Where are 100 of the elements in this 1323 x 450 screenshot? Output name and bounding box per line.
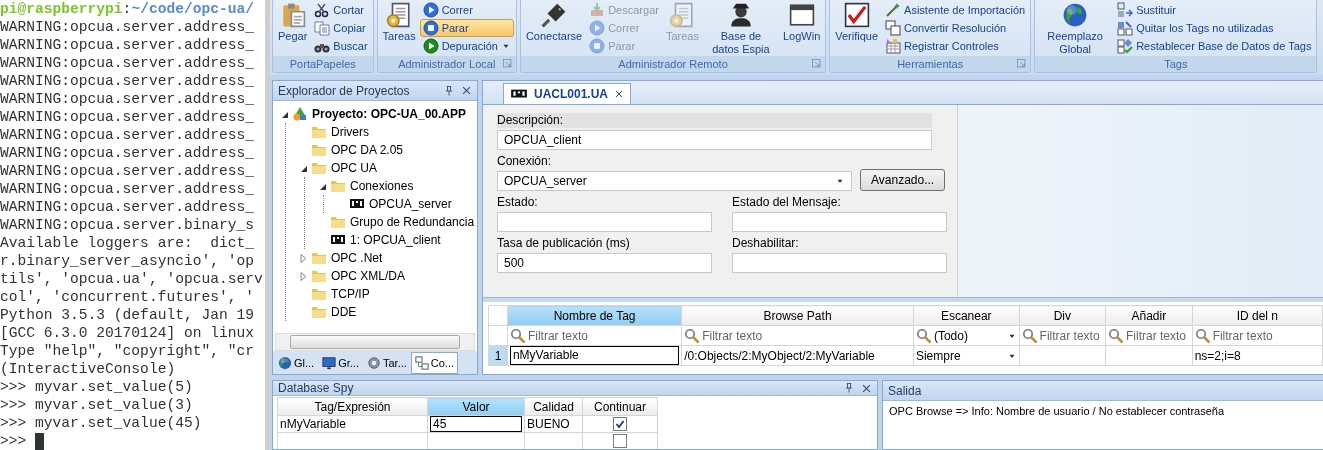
ribbon-button[interactable]: Registrar Controles xyxy=(882,37,1029,55)
tree-item[interactable]: OPCUA_server xyxy=(367,197,454,211)
tree-item[interactable]: OPC DA 2.05 xyxy=(329,143,406,157)
column-header[interactable]: Browse Path xyxy=(681,305,914,326)
tree-item[interactable]: OPC XML/DA xyxy=(329,269,407,283)
filter-input[interactable]: Filtrar texto xyxy=(1126,328,1190,343)
text-field[interactable] xyxy=(732,212,947,232)
tree-item[interactable]: OPC .Net xyxy=(329,251,385,265)
pin-icon[interactable] xyxy=(443,84,455,97)
cell-editor[interactable]: 45 xyxy=(430,416,522,432)
tree-item[interactable]: Conexiones xyxy=(348,179,416,193)
table-cell: nMyVariable xyxy=(277,415,428,433)
ribbon-button[interactable]: Parar xyxy=(419,19,514,37)
cell-editor[interactable]: nMyVariable xyxy=(509,346,680,365)
terminal-line: WARNING:opcua.server.address_ xyxy=(0,108,254,126)
filter-field[interactable]: Filtrar texto xyxy=(507,325,682,346)
ribbon-button[interactable]: Quitar los Tags no utilizadas xyxy=(1114,19,1315,37)
tree-item[interactable]: 1: OPCUA_client xyxy=(348,233,443,247)
document-tab[interactable]: UACL001.UA xyxy=(503,83,631,104)
filter-field[interactable]: Filtrar texto xyxy=(681,325,914,346)
pin-icon[interactable] xyxy=(843,382,855,394)
column-header[interactable]: ID del n xyxy=(1192,305,1323,326)
filter-input[interactable]: Filtrar texto xyxy=(527,328,680,343)
folder-icon xyxy=(330,214,346,230)
close-icon[interactable] xyxy=(861,382,872,394)
ribbon-button[interactable]: Asistente de Importación xyxy=(882,1,1029,19)
stop-icon xyxy=(422,20,439,36)
tree-item[interactable]: DDE xyxy=(329,305,359,319)
ribbon-button[interactable]: LogWin xyxy=(779,0,824,56)
close-icon[interactable] xyxy=(461,85,472,96)
monitor-icon xyxy=(322,356,337,370)
panel-tab[interactable]: Gl... xyxy=(274,352,319,374)
panel-tab[interactable]: Gr... xyxy=(318,352,363,374)
column-header[interactable]: Valor xyxy=(427,397,525,416)
column-header[interactable]: Div xyxy=(1019,305,1106,326)
filter-field[interactable]: Filtrar texto xyxy=(1019,325,1106,346)
tree-item[interactable]: Proyecto: OPC-UA_00.APP xyxy=(310,107,469,121)
filter-field[interactable]: Filtrar texto xyxy=(1105,325,1193,346)
ribbon-button[interactable]: Restablecer Base de Datos de Tags xyxy=(1114,37,1315,55)
column-header[interactable]: Añadir xyxy=(1105,305,1193,326)
group-label: Herramientas xyxy=(897,58,964,70)
terminal-line: WARNING:opcua.server.address_ xyxy=(0,54,254,72)
panel-title: Salida xyxy=(888,383,923,398)
text-field[interactable] xyxy=(497,212,712,232)
panel-tab[interactable]: Co... xyxy=(410,352,459,374)
terminal-line: WARNING:opcua.server.address_ xyxy=(0,126,254,144)
advanced-button[interactable]: Avanzado... xyxy=(860,169,946,191)
filter-input[interactable]: Filtrar texto xyxy=(1212,328,1320,343)
terminal-line: tils', 'opcua.ua', 'opcua.serv xyxy=(0,270,263,288)
checkbox[interactable] xyxy=(613,417,627,432)
expand-toggle[interactable] xyxy=(298,252,309,264)
search-icon xyxy=(1108,327,1125,344)
checkbox-icon xyxy=(843,2,870,28)
ribbon-button[interactable]: Base de datos Espia xyxy=(702,0,779,56)
terminal-line: [GCC 6.3.0 20170124] on linux xyxy=(0,324,254,342)
filter-input[interactable]: Filtrar texto xyxy=(1039,328,1104,343)
panel-tab[interactable]: Tar... xyxy=(362,352,411,374)
column-header[interactable]: Escanear xyxy=(913,305,1020,326)
ribbon-button[interactable]: Sustituir xyxy=(1114,1,1315,19)
search-icon xyxy=(684,327,701,344)
document-gear-icon xyxy=(669,2,696,28)
tree-item[interactable]: TCP/IP xyxy=(329,287,372,301)
terminal-line: >>> myvar.set_value(3) xyxy=(0,396,193,414)
ribbon-button[interactable]: Correr xyxy=(419,1,514,19)
tree-item[interactable]: Drivers xyxy=(329,125,371,139)
ribbon-button[interactable]: Buscar xyxy=(311,37,371,55)
checkbox[interactable] xyxy=(613,434,627,449)
ribbon-button[interactable]: Depuración xyxy=(419,37,514,55)
text-field[interactable]: 500 xyxy=(497,253,712,273)
terminal-line: WARNING:opcua.server.address_ xyxy=(0,36,254,54)
tree-item[interactable]: Grupo de Redundancia xyxy=(348,215,477,229)
column-header[interactable]: Calidad xyxy=(524,397,583,416)
input-prompt: >>> xyxy=(0,432,27,450)
ribbon-button[interactable]: Tareas xyxy=(379,0,419,56)
terminal-line: >>> myvar.set_value(45) xyxy=(0,414,202,432)
ribbon-button[interactable]: Copiar xyxy=(311,19,371,37)
terminal-line: WARNING:opcua.server.address_ xyxy=(0,198,254,216)
column-header[interactable]: Continuar xyxy=(582,397,658,416)
close-icon[interactable] xyxy=(614,89,624,99)
ribbon-button[interactable]: Conectarse xyxy=(522,0,586,56)
globe-icon xyxy=(278,356,292,370)
ribbon-button[interactable]: Pegar xyxy=(275,0,311,56)
text-field[interactable]: OPCUA_client xyxy=(497,130,932,150)
field-label: Estado: xyxy=(497,195,539,210)
filter-field[interactable]: Filtrar texto xyxy=(1192,325,1323,346)
expand-toggle[interactable] xyxy=(298,270,309,282)
terminal-line: >>> myvar.set_value(5) xyxy=(0,378,193,396)
filter-input[interactable]: Filtrar texto xyxy=(702,328,911,343)
prompt-separator: : xyxy=(122,0,132,18)
column-header[interactable]: Nombre de Tag xyxy=(507,305,682,326)
tree-item[interactable]: OPC UA xyxy=(329,161,379,175)
replace-icon xyxy=(1117,2,1134,18)
column-header[interactable]: Tag/Expresión xyxy=(277,397,428,416)
ribbon-button[interactable]: Reemplazo Global xyxy=(1037,0,1114,56)
ribbon-button[interactable]: Cortar xyxy=(311,1,371,19)
ribbon-button[interactable]: Convertir Resolución xyxy=(882,19,1029,37)
text-field[interactable] xyxy=(732,253,947,273)
panel-title: Database Spy xyxy=(278,381,355,395)
ribbon-button[interactable]: Verifique xyxy=(832,0,882,56)
dropdown-field[interactable]: OPCUA_server xyxy=(497,171,852,191)
